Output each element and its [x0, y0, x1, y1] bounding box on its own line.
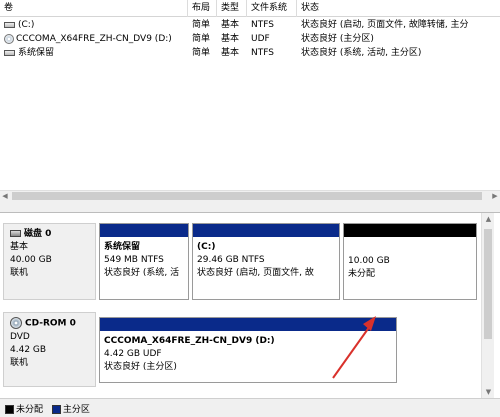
disk-state: 联机: [10, 357, 29, 368]
column-header-status[interactable]: 状态: [297, 0, 500, 17]
volume-name: (C:): [18, 20, 35, 30]
disk-0-label[interactable]: 磁盘 0 基本 40.00 GB 联机: [3, 223, 96, 300]
partition-detail: 549 MB NTFS: [104, 255, 164, 265]
legend-label: 未分配: [16, 405, 44, 415]
column-header-volume[interactable]: 卷: [0, 0, 188, 17]
partition-status: 状态良好 (系统, 活: [104, 268, 180, 278]
column-header-filesystem[interactable]: 文件系统: [247, 0, 297, 17]
legend-item-primary: 主分区: [51, 402, 90, 415]
scrollbar-thumb[interactable]: [12, 192, 482, 200]
legend-swatch: [51, 405, 61, 414]
cdrom-icon: [10, 317, 22, 329]
partition-name: 系统保留: [104, 242, 141, 252]
partition-c[interactable]: (C:) 29.46 GB NTFS 状态良好 (启动, 页面文件, 故: [192, 223, 340, 300]
drive-icon: [4, 49, 15, 56]
partition-system-reserved[interactable]: 系统保留 549 MB NTFS 状态良好 (系统, 活: [99, 223, 189, 300]
partition-stripe: [193, 224, 339, 237]
disk-map-pane: 磁盘 0 基本 40.00 GB 联机 系统保留 549 MB NTFS 状态良…: [0, 213, 500, 398]
legend-item-unallocated: 未分配: [5, 402, 43, 415]
volume-row-system-reserved[interactable]: 系统保留 简单 基本 NTFS 状态良好 (系统, 活动, 主分区): [0, 46, 500, 60]
disk-icon: [10, 230, 21, 237]
horizontal-scrollbar[interactable]: ◀ ▶: [0, 190, 500, 200]
drive-icon: [4, 21, 15, 28]
volume-layout: 简单: [192, 20, 211, 30]
volume-name: CCCOMA_X64FRE_ZH-CN_DV9 (D:): [16, 34, 172, 44]
disk-name: 磁盘 0: [24, 229, 52, 239]
scrollbar-thumb[interactable]: [484, 229, 492, 339]
volume-layout: 简单: [192, 48, 211, 58]
legend-label: 主分区: [62, 405, 90, 415]
volume-list-pane: 卷 布局 类型 文件系统 状态 (C:) 简单 基本 NTFS 状态良好 (启动…: [0, 0, 500, 200]
disk-kind: DVD: [10, 331, 30, 342]
partition-name: (C:): [197, 242, 216, 252]
volume-list-header: 卷 布局 类型 文件系统 状态: [0, 0, 500, 17]
cdrom-0-label[interactable]: CD-ROM 0 DVD 4.42 GB 联机: [3, 312, 96, 387]
volume-filesystem: NTFS: [251, 20, 274, 30]
disk-size: 4.42 GB: [10, 344, 47, 355]
partition-detail: 10.00 GB: [348, 256, 390, 266]
partition-d[interactable]: CCCOMA_X64FRE_ZH-CN_DV9 (D:) 4.42 GB UDF…: [99, 317, 397, 383]
partition-stripe: [100, 318, 396, 331]
volume-type: 基本: [221, 48, 240, 58]
partition-stripe: [100, 224, 188, 237]
legend-bar: 未分配 主分区: [0, 398, 500, 417]
disk-name: CD-ROM 0: [25, 318, 76, 329]
partition-name: CCCOMA_X64FRE_ZH-CN_DV9 (D:): [104, 336, 275, 346]
partition-status: 未分配: [348, 269, 376, 279]
disk-state: 联机: [10, 268, 29, 278]
column-header-type[interactable]: 类型: [217, 0, 247, 17]
scroll-up-icon[interactable]: ▲: [482, 213, 495, 225]
scroll-down-icon[interactable]: ▼: [482, 386, 495, 398]
volume-status: 状态良好 (系统, 活动, 主分区): [301, 48, 422, 58]
partition-status: 状态良好 (启动, 页面文件, 故: [197, 268, 314, 278]
partition-stripe: [344, 224, 476, 237]
volume-row-c[interactable]: (C:) 简单 基本 NTFS 状态良好 (启动, 页面文件, 故障转储, 主分: [0, 18, 500, 32]
partition-detail: 4.42 GB UDF: [104, 349, 162, 359]
column-header-layout[interactable]: 布局: [188, 0, 217, 17]
volume-name: 系统保留: [18, 48, 55, 58]
pane-splitter[interactable]: [0, 200, 500, 213]
vertical-scrollbar[interactable]: ▲ ▼: [481, 213, 494, 398]
partition-unallocated[interactable]: 10.00 GB 未分配: [343, 223, 477, 300]
volume-row-d[interactable]: CCCOMA_X64FRE_ZH-CN_DV9 (D:) 简单 基本 UDF 状…: [0, 32, 500, 46]
cd-icon: [4, 33, 14, 44]
disk-size: 40.00 GB: [10, 255, 52, 265]
partition-detail: 29.46 GB NTFS: [197, 255, 265, 265]
volume-type: 基本: [221, 34, 240, 44]
volume-status: 状态良好 (启动, 页面文件, 故障转储, 主分: [301, 20, 469, 30]
volume-layout: 简单: [192, 34, 211, 44]
volume-filesystem: NTFS: [251, 48, 274, 58]
volume-status: 状态良好 (主分区): [301, 34, 374, 44]
volume-type: 基本: [221, 20, 240, 30]
volume-filesystem: UDF: [251, 34, 270, 44]
disk-kind: 基本: [10, 242, 29, 252]
partition-status: 状态良好 (主分区): [104, 362, 177, 372]
legend-swatch: [5, 405, 14, 414]
